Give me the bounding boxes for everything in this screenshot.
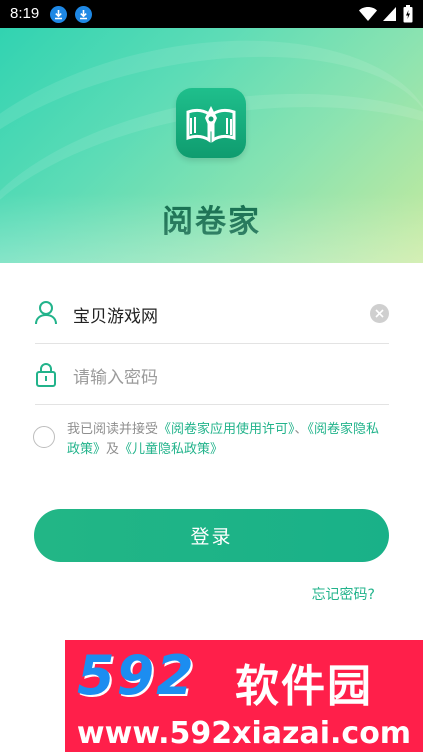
clear-input-icon[interactable] [370,304,389,323]
user-icon [35,301,57,329]
watermark-url: www.592xiazai.com [76,716,412,751]
watermark-brand: 592 [77,644,196,707]
download-icon [75,6,92,23]
wifi-icon [359,7,377,21]
child-privacy-link[interactable]: 《儿童隐私政策》 [119,442,223,457]
status-bar: 8:19 [0,0,423,28]
password-input[interactable]: 请输入密码 [73,363,158,388]
download-icon [50,6,67,23]
agreement-text: 我已阅读并接受《阅卷家应用使用许可》、《阅卷家隐私政策》及《儿童隐私政策》 [67,420,385,460]
forgot-password-link[interactable]: 忘记密码? [312,584,375,604]
app-logo-icon [176,88,246,158]
agreement-prefix: 我已阅读并接受 [67,422,159,437]
agreement-checkbox[interactable] [33,426,55,448]
lock-icon [35,363,57,391]
watermark-banner: 592 软件园 www.592xiazai.com [65,640,423,752]
status-time: 8:19 [10,5,40,22]
login-button[interactable]: 登录 [34,509,389,562]
username-input[interactable]: 宝贝游戏网 [73,302,158,327]
battery-icon [403,5,413,23]
app-title: 阅卷家 [162,204,261,240]
username-field[interactable]: 宝贝游戏网 [35,283,389,344]
watermark-brand-cn: 软件园 [235,661,373,712]
agreement-separator: 、 [294,422,308,437]
license-link[interactable]: 《阅卷家应用使用许可》 [158,422,295,437]
password-field[interactable]: 请输入密码 [35,344,389,405]
header-banner: 阅卷家 [0,28,423,263]
signal-icon [383,7,396,21]
agreement-and: 及 [106,442,120,457]
